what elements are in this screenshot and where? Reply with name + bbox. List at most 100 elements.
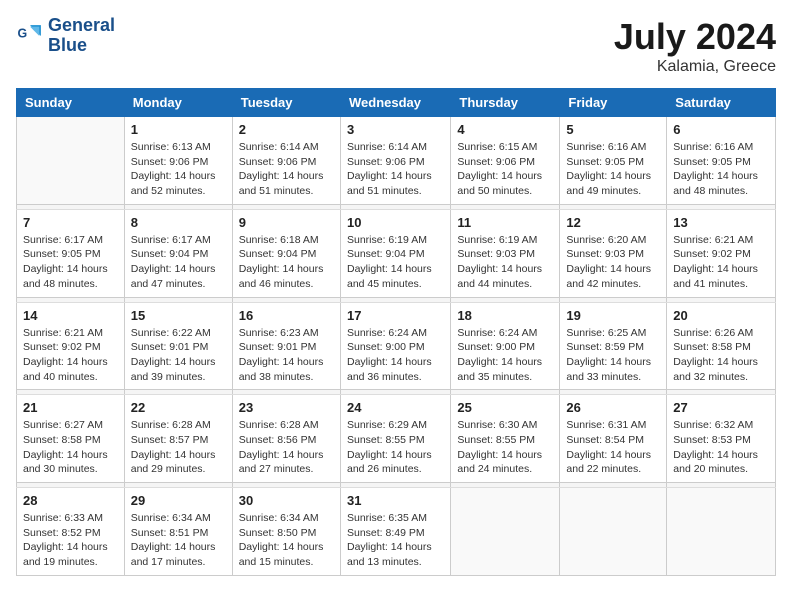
calendar-week-row: 7 Sunrise: 6:17 AMSunset: 9:05 PMDaylight… [17,209,776,297]
page-header: G General Blue July 2024 Kalamia, Greece [16,16,776,76]
day-info: Sunrise: 6:31 AMSunset: 8:54 PMDaylight:… [566,418,660,477]
day-info: Sunrise: 6:15 AMSunset: 9:06 PMDaylight:… [457,140,553,199]
weekday-header: Friday [560,89,667,117]
day-info: Sunrise: 6:21 AMSunset: 9:02 PMDaylight:… [23,326,118,385]
day-number: 18 [457,308,553,323]
day-info: Sunrise: 6:32 AMSunset: 8:53 PMDaylight:… [673,418,769,477]
svg-text:G: G [18,26,28,40]
calendar-cell: 11 Sunrise: 6:19 AMSunset: 9:03 PMDayligh… [451,209,560,297]
day-number: 5 [566,122,660,137]
logo-icon: G [16,22,44,50]
calendar-cell: 2Sunrise: 6:14 AMSunset: 9:06 PMDaylight… [232,117,340,205]
calendar-cell: 22 Sunrise: 6:28 AMSunset: 8:57 PMDayligh… [124,395,232,483]
day-info: Sunrise: 6:19 AMSunset: 9:04 PMDaylight:… [347,233,444,292]
day-info: Sunrise: 6:14 AMSunset: 9:06 PMDaylight:… [347,140,444,199]
calendar-cell: 13Sunrise: 6:21 AMSunset: 9:02 PMDayligh… [667,209,776,297]
day-number: 4 [457,122,553,137]
day-number: 3 [347,122,444,137]
day-info: Sunrise: 6:19 AMSunset: 9:03 PMDaylight:… [457,233,553,292]
day-number: 8 [131,215,226,230]
day-info: Sunrise: 6:22 AMSunset: 9:01 PMDaylight:… [131,326,226,385]
calendar-cell: 9 Sunrise: 6:18 AMSunset: 9:04 PMDaylight… [232,209,340,297]
calendar-cell [560,488,667,576]
day-info: Sunrise: 6:25 AMSunset: 8:59 PMDaylight:… [566,326,660,385]
weekday-header: Wednesday [340,89,450,117]
calendar-cell: 3 Sunrise: 6:14 AMSunset: 9:06 PMDaylight… [340,117,450,205]
day-number: 7 [23,215,118,230]
calendar-cell: 30 Sunrise: 6:34 AMSunset: 8:50 PMDayligh… [232,488,340,576]
calendar-week-row: 1Sunrise: 6:13 AMSunset: 9:06 PMDaylight… [17,117,776,205]
day-number: 31 [347,493,444,508]
day-info: Sunrise: 6:24 AMSunset: 9:00 PMDaylight:… [457,326,553,385]
day-number: 30 [239,493,334,508]
day-info: Sunrise: 6:34 AMSunset: 8:50 PMDaylight:… [239,511,334,570]
calendar-header-row: SundayMondayTuesdayWednesdayThursdayFrid… [17,89,776,117]
day-number: 23 [239,400,334,415]
calendar-week-row: 21Sunrise: 6:27 AMSunset: 8:58 PMDayligh… [17,395,776,483]
weekday-header: Monday [124,89,232,117]
day-number: 20 [673,308,769,323]
day-number: 14 [23,308,118,323]
weekday-header: Sunday [17,89,125,117]
title-block: July 2024 Kalamia, Greece [614,16,776,76]
calendar-cell: 31 Sunrise: 6:35 AMSunset: 8:49 PMDayligh… [340,488,450,576]
calendar-cell: 19 Sunrise: 6:25 AMSunset: 8:59 PMDayligh… [560,302,667,390]
day-number: 16 [239,308,334,323]
day-number: 17 [347,308,444,323]
calendar-table: SundayMondayTuesdayWednesdayThursdayFrid… [16,88,776,576]
day-number: 10 [347,215,444,230]
weekday-header: Thursday [451,89,560,117]
day-number: 2 [239,122,334,137]
day-info: Sunrise: 6:17 AMSunset: 9:05 PMDaylight:… [23,233,118,292]
day-info: Sunrise: 6:17 AMSunset: 9:04 PMDaylight:… [131,233,226,292]
calendar-cell: 14 Sunrise: 6:21 AMSunset: 9:02 PMDayligh… [17,302,125,390]
day-number: 13 [673,215,769,230]
calendar-cell: 26 Sunrise: 6:31 AMSunset: 8:54 PMDayligh… [560,395,667,483]
day-info: Sunrise: 6:28 AMSunset: 8:57 PMDaylight:… [131,418,226,477]
day-number: 6 [673,122,769,137]
calendar-cell: 27Sunrise: 6:32 AMSunset: 8:53 PMDayligh… [667,395,776,483]
logo: G General Blue [16,16,115,56]
day-info: Sunrise: 6:30 AMSunset: 8:55 PMDaylight:… [457,418,553,477]
calendar-week-row: 14 Sunrise: 6:21 AMSunset: 9:02 PMDayligh… [17,302,776,390]
day-info: Sunrise: 6:34 AMSunset: 8:51 PMDaylight:… [131,511,226,570]
day-number: 12 [566,215,660,230]
day-number: 11 [457,215,553,230]
month-year: July 2024 [614,16,776,58]
day-number: 19 [566,308,660,323]
day-info: Sunrise: 6:35 AMSunset: 8:49 PMDaylight:… [347,511,444,570]
day-number: 26 [566,400,660,415]
day-info: Sunrise: 6:28 AMSunset: 8:56 PMDaylight:… [239,418,334,477]
calendar-cell: 16 Sunrise: 6:23 AMSunset: 9:01 PMDayligh… [232,302,340,390]
calendar-cell: 24 Sunrise: 6:29 AMSunset: 8:55 PMDayligh… [340,395,450,483]
calendar-cell: 17Sunrise: 6:24 AMSunset: 9:00 PMDayligh… [340,302,450,390]
calendar-cell: 1Sunrise: 6:13 AMSunset: 9:06 PMDaylight… [124,117,232,205]
day-info: Sunrise: 6:16 AMSunset: 9:05 PMDaylight:… [673,140,769,199]
day-number: 22 [131,400,226,415]
day-number: 15 [131,308,226,323]
day-number: 9 [239,215,334,230]
day-info: Sunrise: 6:16 AMSunset: 9:05 PMDaylight:… [566,140,660,199]
calendar-cell: 29 Sunrise: 6:34 AMSunset: 8:51 PMDayligh… [124,488,232,576]
calendar-week-row: 28Sunrise: 6:33 AMSunset: 8:52 PMDayligh… [17,488,776,576]
calendar-cell: 23 Sunrise: 6:28 AMSunset: 8:56 PMDayligh… [232,395,340,483]
day-number: 24 [347,400,444,415]
calendar-cell: 12Sunrise: 6:20 AMSunset: 9:03 PMDayligh… [560,209,667,297]
calendar-cell: 8 Sunrise: 6:17 AMSunset: 9:04 PMDaylight… [124,209,232,297]
day-info: Sunrise: 6:18 AMSunset: 9:04 PMDaylight:… [239,233,334,292]
day-info: Sunrise: 6:29 AMSunset: 8:55 PMDaylight:… [347,418,444,477]
location: Kalamia, Greece [614,58,776,76]
calendar-cell: 25 Sunrise: 6:30 AMSunset: 8:55 PMDayligh… [451,395,560,483]
day-info: Sunrise: 6:23 AMSunset: 9:01 PMDaylight:… [239,326,334,385]
day-number: 25 [457,400,553,415]
calendar-cell: 10 Sunrise: 6:19 AMSunset: 9:04 PMDayligh… [340,209,450,297]
calendar-cell [451,488,560,576]
weekday-header: Tuesday [232,89,340,117]
calendar-cell: 21Sunrise: 6:27 AMSunset: 8:58 PMDayligh… [17,395,125,483]
calendar-cell: 28Sunrise: 6:33 AMSunset: 8:52 PMDayligh… [17,488,125,576]
calendar-cell: 6 Sunrise: 6:16 AMSunset: 9:05 PMDaylight… [667,117,776,205]
calendar-cell [667,488,776,576]
day-number: 29 [131,493,226,508]
day-info: Sunrise: 6:26 AMSunset: 8:58 PMDaylight:… [673,326,769,385]
logo-text: General Blue [48,16,115,56]
